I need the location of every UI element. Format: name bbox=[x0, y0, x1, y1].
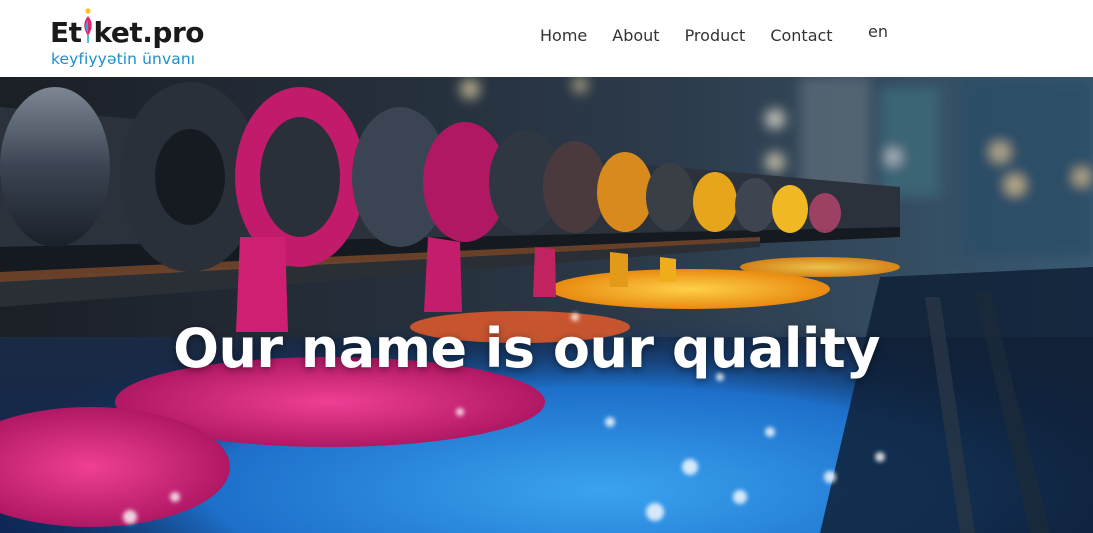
hero-banner: Our name is our quality bbox=[0, 77, 1093, 533]
logo-wordmark: Et ket.pro bbox=[50, 16, 204, 49]
hero-background-image bbox=[0, 77, 1093, 533]
nav-product[interactable]: Product bbox=[685, 26, 746, 45]
nav-home[interactable]: Home bbox=[540, 26, 587, 45]
hero-headline: Our name is our quality bbox=[173, 317, 880, 380]
pen-nib-icon bbox=[84, 8, 92, 43]
nav-about[interactable]: About bbox=[612, 26, 659, 45]
main-nav: Home About Product Contact bbox=[540, 24, 858, 46]
site-header: Et ket.pro keyfiyyətin ünvanı Home About … bbox=[0, 0, 1093, 77]
logo-tagline: keyfiyyətin ünvanı bbox=[51, 50, 196, 68]
brand-logo[interactable]: Et ket.pro keyfiyyətin ünvanı bbox=[50, 8, 220, 68]
language-switcher[interactable]: en bbox=[868, 22, 888, 41]
nav-contact[interactable]: Contact bbox=[770, 26, 832, 45]
